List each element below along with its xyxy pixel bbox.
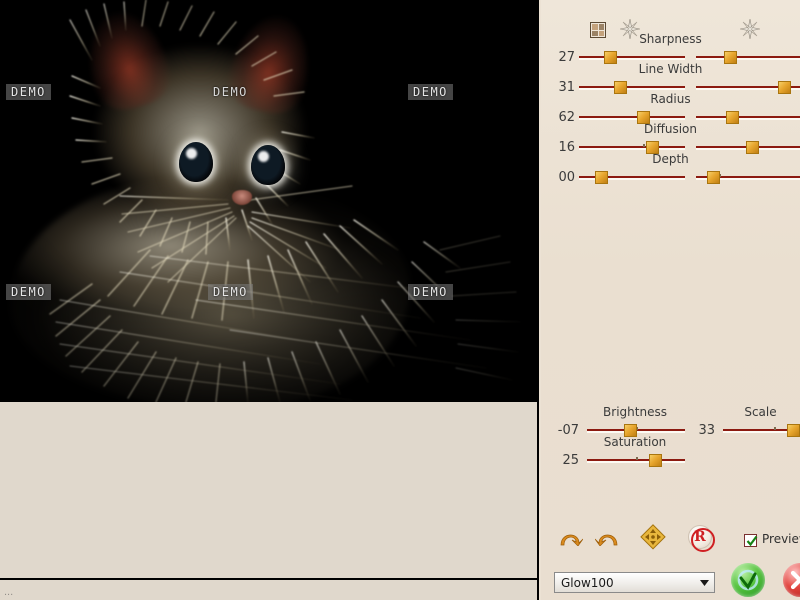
undo-arrow-icon[interactable] xyxy=(557,524,583,546)
preset-selected-value: Glow100 xyxy=(561,575,614,590)
fractal-fiber-strokes xyxy=(49,0,521,402)
image-viewport[interactable]: DEMO DEMO DEMO DEMO DEMO DEMO xyxy=(0,0,537,402)
slider-label: Sharpness xyxy=(639,32,702,46)
preview-label: Preview xyxy=(762,532,800,546)
reset-button[interactable]: R xyxy=(688,525,715,552)
slider-track-left[interactable] xyxy=(579,116,685,120)
status-text: ... xyxy=(4,586,14,598)
slider-label: Depth xyxy=(652,152,689,166)
slider-track-right[interactable] xyxy=(696,56,800,60)
preset-dropdown[interactable]: Glow100 xyxy=(554,572,715,593)
close-icon xyxy=(790,570,800,590)
slider-handle-left[interactable] xyxy=(594,171,608,184)
slider-default-tick xyxy=(642,144,645,147)
redo-arrow-icon[interactable] xyxy=(595,524,621,546)
adjustment-slider-row[interactable]: Scale 33 xyxy=(691,405,800,445)
slider-track-left[interactable] xyxy=(579,86,685,90)
slider-label: Line Width xyxy=(638,62,703,76)
kitten-eye-left xyxy=(179,142,213,182)
adjustment-slider-value: 25 xyxy=(562,453,579,468)
adjustment-slider-label: Brightness xyxy=(603,405,667,419)
slider-track-right[interactable] xyxy=(696,116,800,120)
reset-letter: R xyxy=(694,529,706,545)
adjustment-slider-value: 33 xyxy=(698,423,715,438)
preview-checkbox[interactable] xyxy=(744,534,758,547)
demo-watermark: DEMO xyxy=(213,85,248,99)
preview-canvas-pane[interactable]: DEMO DEMO DEMO DEMO DEMO DEMO ... xyxy=(0,0,539,600)
adjustment-slider-handle[interactable] xyxy=(649,454,663,467)
slider-label: Radius xyxy=(650,92,691,106)
pan-tool-icon[interactable] xyxy=(640,524,666,550)
preview-image xyxy=(0,0,537,402)
adjustment-slider-row[interactable]: Saturation 25 xyxy=(555,435,685,475)
adjustment-slider-handle[interactable] xyxy=(787,424,800,437)
slider-label: Diffusion xyxy=(644,122,697,136)
adjustment-default-tick xyxy=(773,427,776,430)
demo-watermark: DEMO xyxy=(208,284,253,300)
canvas-divider xyxy=(0,578,537,580)
adjustment-slider-value: -07 xyxy=(557,423,579,438)
controls-pane: Sharpness 27 Line Width 31 Radius 62 Diffusion… xyxy=(541,0,800,600)
slider-track-left[interactable] xyxy=(579,56,685,60)
plugin-window: DEMO DEMO DEMO DEMO DEMO DEMO ... Sharpness 27… xyxy=(0,0,800,600)
demo-watermark: DEMO xyxy=(6,84,51,100)
kitten-eye-right xyxy=(251,145,285,185)
ok-check-icon xyxy=(737,569,759,591)
adjustment-default-tick xyxy=(636,457,638,460)
chevron-down-icon[interactable] xyxy=(696,573,713,592)
adjustment-slider-label: Saturation xyxy=(603,435,667,449)
slider-handle-right[interactable] xyxy=(706,171,720,184)
demo-watermark: DEMO xyxy=(6,284,51,300)
demo-watermark: DEMO xyxy=(408,84,453,100)
slider-track-left[interactable] xyxy=(579,146,685,150)
slider-row[interactable]: Depth 00 xyxy=(541,152,800,192)
ok-button[interactable] xyxy=(731,563,765,597)
adjustment-slider-label: Scale xyxy=(744,405,777,419)
slider-value: 00 xyxy=(558,170,575,185)
demo-watermark: DEMO xyxy=(408,284,453,300)
cancel-button[interactable] xyxy=(783,563,800,597)
check-icon xyxy=(746,535,758,547)
